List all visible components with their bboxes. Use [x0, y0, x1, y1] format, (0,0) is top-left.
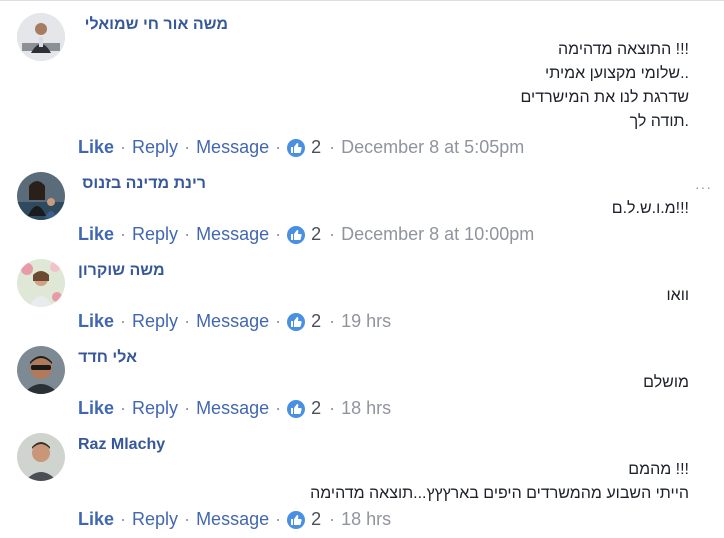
reply-button[interactable]: Reply: [132, 224, 178, 245]
timestamp[interactable]: 18 hrs: [341, 398, 391, 419]
more-options-icon[interactable]: ···: [695, 179, 712, 195]
avatar[interactable]: [17, 259, 65, 307]
comment-text-line: !!! מהמם: [628, 461, 689, 478]
reaction-count-value: 2: [311, 224, 322, 244]
comment-actions: Like · Reply · Message · 2 · 18 hrs: [78, 509, 391, 530]
timestamp[interactable]: December 8 at 5:05pm: [341, 137, 524, 158]
separator: ·: [275, 224, 282, 244]
message-button[interactable]: Message: [196, 224, 269, 245]
separator: ·: [275, 311, 282, 331]
like-button[interactable]: Like: [78, 224, 114, 245]
reaction-count[interactable]: 2: [287, 509, 323, 530]
like-reaction-icon: [287, 510, 306, 529]
avatar[interactable]: [17, 172, 65, 220]
person-avatar-icon: [17, 346, 65, 394]
reply-button[interactable]: Reply: [132, 398, 178, 419]
comment-actions: Like · Reply · Message · 2 · 18 hrs: [78, 398, 391, 419]
reaction-count-value: 2: [311, 509, 322, 529]
separator: ·: [329, 398, 336, 418]
message-button[interactable]: Message: [196, 137, 269, 158]
reaction-count-value: 2: [311, 137, 322, 157]
separator: ·: [120, 311, 127, 331]
separator: ·: [275, 398, 282, 418]
comment-text-line: וואו: [666, 287, 689, 304]
comment-text-line: !!!מ.ו.ש.ל.ם: [611, 200, 689, 217]
separator: ·: [120, 137, 127, 157]
separator: ·: [120, 398, 127, 418]
comment-author[interactable]: משה אור חי שמואלי: [78, 16, 228, 34]
person-avatar-icon: [17, 172, 65, 220]
separator: ·: [120, 224, 127, 244]
reaction-count[interactable]: 2: [287, 311, 323, 332]
comment-author[interactable]: רינת מדינה בזנוס: [78, 175, 206, 193]
like-button[interactable]: Like: [78, 311, 114, 332]
separator: ·: [184, 398, 191, 418]
reaction-count-value: 2: [311, 398, 322, 418]
like-reaction-icon: [287, 138, 306, 157]
separator: ·: [184, 509, 191, 529]
comment-text-line: מושלם: [643, 374, 689, 391]
comment-text-line: שדרגת לנו את המישרדים: [520, 89, 689, 106]
like-button[interactable]: Like: [78, 398, 114, 419]
reply-button[interactable]: Reply: [132, 509, 178, 530]
separator: ·: [275, 137, 282, 157]
comment-text-line: .תודה לך: [629, 113, 689, 130]
like-reaction-icon: [287, 312, 306, 331]
separator: ·: [329, 509, 336, 529]
comment-text-line: !!! התוצאה מדהימה: [558, 41, 689, 58]
comment-actions: Like · Reply · Message · 2 · December 8 …: [78, 224, 534, 245]
separator: ·: [184, 224, 191, 244]
like-button[interactable]: Like: [78, 509, 114, 530]
comment-text-line: ..שלומי מקצוען אמיתי: [545, 65, 689, 82]
timestamp[interactable]: December 8 at 10:00pm: [341, 224, 534, 245]
message-button[interactable]: Message: [196, 398, 269, 419]
person-avatar-icon: [17, 433, 65, 481]
timestamp[interactable]: 19 hrs: [341, 311, 391, 332]
message-button[interactable]: Message: [196, 311, 269, 332]
separator: ·: [184, 311, 191, 331]
reply-button[interactable]: Reply: [132, 137, 178, 158]
comment-author[interactable]: Raz Mlachy: [78, 436, 165, 454]
reaction-count[interactable]: 2: [287, 137, 323, 158]
like-reaction-icon: [287, 225, 306, 244]
separator: ·: [329, 137, 336, 157]
person-avatar-icon: [17, 259, 65, 307]
top-divider: [0, 0, 724, 1]
separator: ·: [329, 224, 336, 244]
comment-author[interactable]: משה שוקרון: [78, 262, 165, 280]
like-reaction-icon: [287, 399, 306, 418]
separator: ·: [120, 509, 127, 529]
comment-author[interactable]: אלי חדד: [78, 349, 137, 367]
avatar[interactable]: [17, 13, 65, 61]
comment-actions: Like · Reply · Message · 2 · December 8 …: [78, 137, 524, 158]
reply-button[interactable]: Reply: [132, 311, 178, 332]
reaction-count[interactable]: 2: [287, 398, 323, 419]
avatar[interactable]: [17, 346, 65, 394]
separator: ·: [184, 137, 191, 157]
comment-actions: Like · Reply · Message · 2 · 19 hrs: [78, 311, 391, 332]
reaction-count[interactable]: 2: [287, 224, 323, 245]
avatar[interactable]: [17, 433, 65, 481]
separator: ·: [329, 311, 336, 331]
person-avatar-icon: [17, 13, 65, 61]
comment-text-line: הייתי השבוע מהמשרדים היפים בארץץץ...תוצא…: [310, 485, 689, 502]
timestamp[interactable]: 18 hrs: [341, 509, 391, 530]
message-button[interactable]: Message: [196, 509, 269, 530]
reaction-count-value: 2: [311, 311, 322, 331]
like-button[interactable]: Like: [78, 137, 114, 158]
separator: ·: [275, 509, 282, 529]
